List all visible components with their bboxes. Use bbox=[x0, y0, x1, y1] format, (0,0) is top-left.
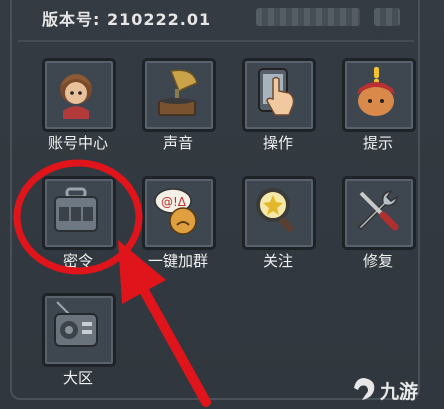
hand-tap-icon bbox=[258, 68, 295, 116]
watermark-text: 九游 bbox=[380, 381, 419, 403]
controls-tile[interactable] bbox=[242, 58, 316, 132]
hint-character-icon bbox=[357, 67, 395, 116]
menu-item-follow[interactable]: 关注 bbox=[238, 176, 322, 284]
follow-tile[interactable] bbox=[242, 176, 316, 250]
version-label: 版本号: 210222.01 bbox=[42, 10, 212, 29]
hints-tile[interactable] bbox=[342, 58, 416, 132]
account-tile[interactable] bbox=[42, 58, 116, 132]
menu-item-sound[interactable]: 声音 bbox=[138, 58, 222, 166]
sound-tile[interactable] bbox=[142, 58, 216, 132]
repair-tile[interactable] bbox=[342, 176, 416, 250]
blurred-user-id bbox=[256, 8, 360, 26]
hints-label: 提示 bbox=[362, 134, 393, 152]
follow-label: 关注 bbox=[262, 252, 293, 270]
repair-label: 修复 bbox=[362, 252, 393, 270]
wrench-screwdriver-icon bbox=[357, 189, 399, 231]
svg-text:@!Δ: @!Δ bbox=[161, 195, 187, 209]
account-label: 账号中心 bbox=[47, 134, 108, 152]
red-arrow bbox=[118, 240, 211, 407]
magnifier-icon bbox=[256, 188, 294, 232]
blurred-user-id-end bbox=[374, 8, 400, 26]
sound-label: 声音 bbox=[162, 134, 193, 152]
chat-bubble-face-icon: @!Δ bbox=[154, 188, 197, 235]
region-tile[interactable] bbox=[42, 293, 116, 367]
menu-item-account[interactable]: 账号中心 bbox=[38, 58, 122, 166]
radio-icon bbox=[54, 301, 98, 347]
menu-item-repair[interactable]: 修复 bbox=[338, 176, 422, 284]
nine-game-logo-icon bbox=[354, 378, 375, 400]
menu-item-hints[interactable]: 提示 bbox=[338, 58, 422, 166]
avatar-character-icon bbox=[60, 74, 92, 119]
controls-label: 操作 bbox=[262, 134, 293, 152]
settings-panel: 版本号: 210222.01 账号中心 声音 操作 提示 密令 @!Δ 一键加群… bbox=[0, 0, 444, 409]
menu-item-controls[interactable]: 操作 bbox=[238, 58, 322, 166]
header-divider bbox=[18, 40, 414, 42]
gramophone-icon bbox=[158, 69, 198, 116]
